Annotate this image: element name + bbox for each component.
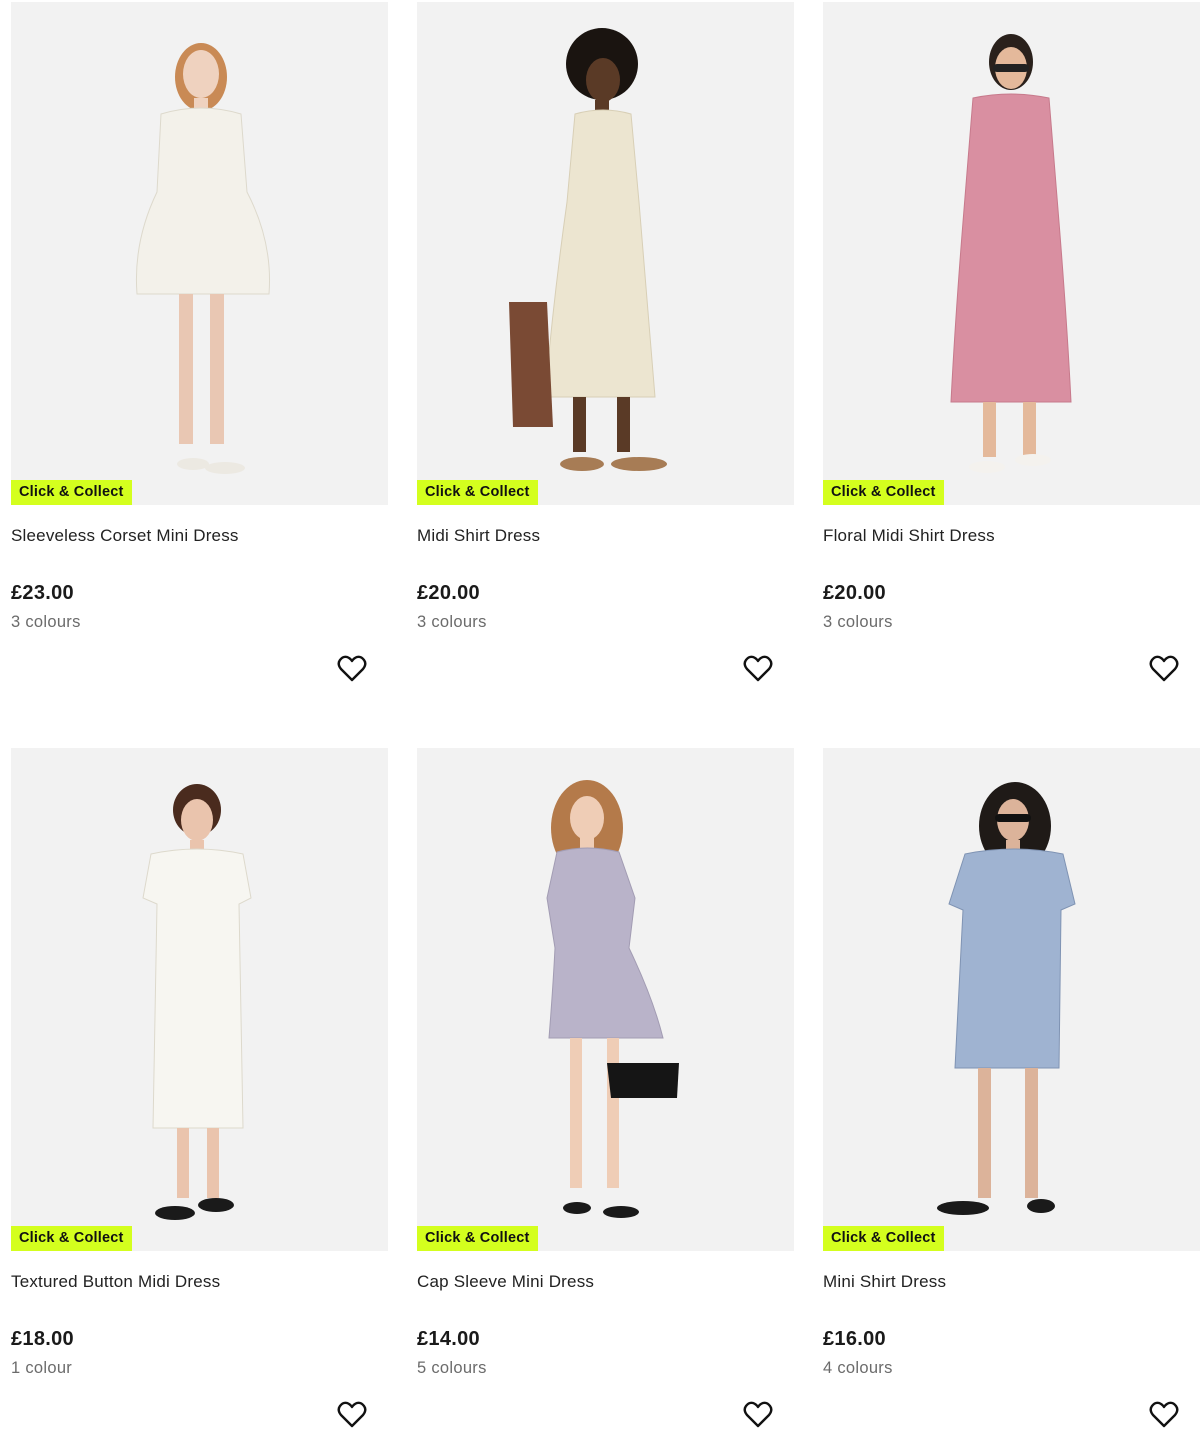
heart-outline-icon xyxy=(337,1401,367,1428)
product-grid: Click & Collect Sleeveless Corset Mini D… xyxy=(0,0,1200,1432)
colour-count: 3 colours xyxy=(11,613,81,631)
model-photo xyxy=(546,780,679,1218)
heart-outline-icon xyxy=(1149,655,1179,682)
product-image[interactable]: Click & Collect xyxy=(417,748,794,1251)
model-photo xyxy=(135,43,270,474)
product-card[interactable]: Click & Collect Sleeveless Corset Mini D… xyxy=(11,2,388,718)
product-price: £14.00 xyxy=(417,1328,480,1350)
product-image[interactable]: Click & Collect xyxy=(823,748,1200,1251)
product-price: £18.00 xyxy=(11,1328,74,1350)
click-collect-badge: Click & Collect xyxy=(417,1226,538,1251)
favourite-button[interactable] xyxy=(337,1401,367,1429)
product-card[interactable]: Click & Collect Midi Shirt Dress £20.00 … xyxy=(417,2,794,718)
product-image[interactable]: Click & Collect xyxy=(11,748,388,1251)
product-card[interactable]: Click & Collect Cap Sleeve Mini Dress £1… xyxy=(417,748,794,1432)
favourite-button[interactable] xyxy=(1149,1401,1179,1429)
favourite-button[interactable] xyxy=(337,655,367,683)
colour-count: 5 colours xyxy=(417,1359,487,1377)
product-card[interactable]: Click & Collect Textured Button Midi Dre… xyxy=(11,748,388,1432)
product-title[interactable]: Cap Sleeve Mini Dress xyxy=(417,1272,594,1292)
product-title[interactable]: Midi Shirt Dress xyxy=(417,526,540,546)
click-collect-badge: Click & Collect xyxy=(823,1226,944,1251)
product-image[interactable]: Click & Collect xyxy=(417,2,794,505)
product-title[interactable]: Sleeveless Corset Mini Dress xyxy=(11,526,239,546)
click-collect-badge: Click & Collect xyxy=(417,480,538,505)
model-photo xyxy=(937,782,1076,1215)
heart-outline-icon xyxy=(743,1401,773,1428)
click-collect-badge: Click & Collect xyxy=(11,1226,132,1251)
heart-outline-icon xyxy=(1149,1401,1179,1428)
model-photo xyxy=(142,784,252,1220)
model-photo xyxy=(950,34,1072,473)
product-image[interactable]: Click & Collect xyxy=(11,2,388,505)
product-title[interactable]: Mini Shirt Dress xyxy=(823,1272,946,1292)
colour-count: 4 colours xyxy=(823,1359,893,1377)
product-image[interactable]: Click & Collect xyxy=(823,2,1200,505)
heart-outline-icon xyxy=(337,655,367,682)
product-price: £20.00 xyxy=(823,582,886,604)
favourite-button[interactable] xyxy=(743,655,773,683)
product-price: £20.00 xyxy=(417,582,480,604)
product-title[interactable]: Textured Button Midi Dress xyxy=(11,1272,220,1292)
heart-outline-icon xyxy=(743,655,773,682)
click-collect-badge: Click & Collect xyxy=(11,480,132,505)
favourite-button[interactable] xyxy=(743,1401,773,1429)
product-price: £16.00 xyxy=(823,1328,886,1350)
product-card[interactable]: Click & Collect Floral Midi Shirt Dress … xyxy=(823,2,1200,718)
product-card[interactable]: Click & Collect Mini Shirt Dress £16.00 … xyxy=(823,748,1200,1432)
colour-count: 1 colour xyxy=(11,1359,73,1377)
click-collect-badge: Click & Collect xyxy=(823,480,944,505)
colour-count: 3 colours xyxy=(823,613,893,631)
favourite-button[interactable] xyxy=(1149,655,1179,683)
model-photo xyxy=(509,28,667,471)
colour-count: 3 colours xyxy=(417,613,487,631)
product-title[interactable]: Floral Midi Shirt Dress xyxy=(823,526,995,546)
product-price: £23.00 xyxy=(11,582,74,604)
